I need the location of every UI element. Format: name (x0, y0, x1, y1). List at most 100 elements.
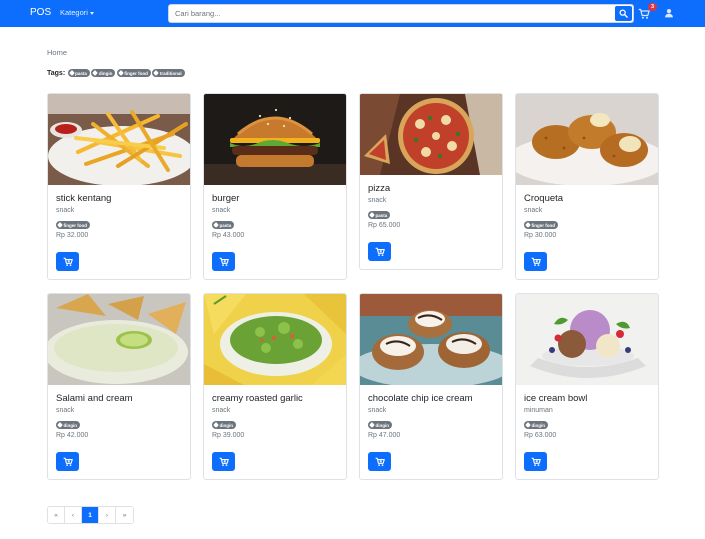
cart-count-badge: 3 (648, 3, 657, 11)
add-to-cart-button[interactable] (56, 252, 79, 271)
tag-icon (92, 70, 99, 76)
page-first[interactable]: « (48, 507, 65, 523)
cart-plus-icon (375, 457, 385, 466)
product-card: pizza snack pasta Rp 65.000 (359, 93, 503, 270)
cart-plus-icon (375, 247, 385, 256)
product-category: snack (368, 407, 387, 414)
product-name[interactable]: burger (212, 193, 342, 205)
product-name[interactable]: stick kentang (56, 193, 186, 205)
product-info: chocolate chip ice cream snack dingin Rp… (368, 393, 498, 440)
add-to-cart-button[interactable] (212, 252, 235, 271)
page-next[interactable]: › (99, 507, 116, 523)
product-price: Rp 30.000 (524, 232, 557, 239)
search-button[interactable] (614, 5, 633, 22)
product-price: Rp 63.000 (524, 432, 557, 439)
search-input[interactable] (169, 5, 615, 22)
product-image-pizza (360, 94, 502, 175)
product-name[interactable]: Salami and cream (56, 393, 186, 405)
page-last[interactable]: » (116, 507, 133, 523)
tag-traditional[interactable]: traditional (152, 69, 185, 77)
add-to-cart-button[interactable] (368, 452, 391, 471)
tag-label: dingin (531, 422, 546, 428)
cart-plus-icon (219, 257, 229, 266)
product-tag[interactable]: dingin (212, 421, 236, 429)
product-info: Croqueta snack finger food Rp 30.000 (524, 193, 654, 240)
page-1[interactable]: 1 (82, 507, 99, 523)
product-info: creamy roasted garlic snack dingin Rp 39… (212, 393, 342, 440)
product-card: burger snack pasta Rp 43.000 (203, 93, 347, 280)
add-to-cart-button[interactable] (524, 452, 547, 471)
tag-icon (369, 422, 375, 428)
tag-label: finger food (531, 222, 556, 228)
tag-finger-food[interactable]: finger food (116, 69, 151, 77)
product-name[interactable]: Croqueta (524, 193, 654, 205)
tag-label: dingin (98, 70, 113, 76)
cart-plus-icon (219, 457, 229, 466)
tag-label: dingin (219, 422, 234, 428)
tag-icon (213, 222, 219, 228)
product-image-ice-cream (516, 294, 658, 385)
product-card: Salami and cream snack dingin Rp 42.000 (47, 293, 191, 480)
product-tag[interactable]: dingin (368, 421, 392, 429)
product-category: snack (212, 407, 231, 414)
product-info: pizza snack pasta Rp 65.000 (368, 183, 498, 230)
add-to-cart-button[interactable] (212, 452, 235, 471)
product-category: snack (368, 197, 387, 204)
kategori-label: Kategori (60, 8, 88, 17)
product-image-croqueta (516, 94, 658, 185)
product-image-fries (48, 94, 190, 185)
tag-icon (525, 422, 531, 428)
tag-pasta[interactable]: pasta (67, 69, 90, 77)
product-category: snack (524, 207, 543, 214)
user-icon[interactable] (664, 8, 674, 18)
product-info: stick kentang snack finger food Rp 32.00… (56, 193, 186, 240)
product-price: Rp 47.000 (368, 432, 401, 439)
add-to-cart-button[interactable] (524, 252, 547, 271)
brand-logo[interactable]: POS (30, 7, 51, 18)
tag-label: pasta (375, 212, 388, 218)
product-tag[interactable]: dingin (56, 421, 80, 429)
breadcrumb-home[interactable]: Home (47, 48, 67, 57)
tag-dingin[interactable]: dingin (91, 69, 116, 77)
tag-label: dingin (375, 422, 390, 428)
tag-label: finger food (124, 70, 148, 76)
product-name[interactable]: creamy roasted garlic (212, 393, 342, 405)
product-price: Rp 42.000 (56, 432, 89, 439)
add-to-cart-button[interactable] (56, 452, 79, 471)
product-price: Rp 39.000 (212, 432, 245, 439)
product-name[interactable]: pizza (368, 183, 498, 195)
product-name[interactable]: chocolate chip ice cream (368, 393, 498, 405)
product-tag[interactable]: finger food (56, 221, 90, 229)
product-tag[interactable]: pasta (368, 211, 391, 219)
tag-label: finger food (63, 222, 88, 228)
product-price: Rp 43.000 (212, 232, 245, 239)
tag-filter-bar: Tags: pasta dingin finger food tradition… (47, 69, 185, 77)
search-bar (168, 4, 634, 23)
product-tag[interactable]: pasta (212, 221, 235, 229)
tag-icon (68, 70, 75, 76)
tag-label: pasta (75, 70, 87, 76)
tag-icon (369, 212, 375, 218)
product-info: ice cream bowl minuman dingin Rp 63.000 (524, 393, 654, 440)
product-price: Rp 65.000 (368, 222, 401, 229)
cart-plus-icon (531, 257, 541, 266)
product-name[interactable]: ice cream bowl (524, 393, 654, 405)
cart-plus-icon (63, 257, 73, 266)
page-prev[interactable]: ‹ (65, 507, 82, 523)
product-image-burger (204, 94, 346, 185)
product-card: Croqueta snack finger food Rp 30.000 (515, 93, 659, 280)
product-price: Rp 32.000 (56, 232, 89, 239)
product-info: Salami and cream snack dingin Rp 42.000 (56, 393, 186, 440)
pagination: « ‹ 1 › » (47, 506, 134, 524)
product-tag[interactable]: finger food (524, 221, 558, 229)
product-info: burger snack pasta Rp 43.000 (212, 193, 342, 240)
product-category: snack (212, 207, 231, 214)
tag-icon (213, 422, 219, 428)
tag-icon (118, 70, 124, 76)
cart-plus-icon (531, 457, 541, 466)
product-tag[interactable]: dingin (524, 421, 548, 429)
product-card: creamy roasted garlic snack dingin Rp 39… (203, 293, 347, 480)
add-to-cart-button[interactable] (368, 242, 391, 261)
kategori-dropdown[interactable]: Kategori (60, 8, 94, 17)
tag-label: dingin (63, 422, 78, 428)
